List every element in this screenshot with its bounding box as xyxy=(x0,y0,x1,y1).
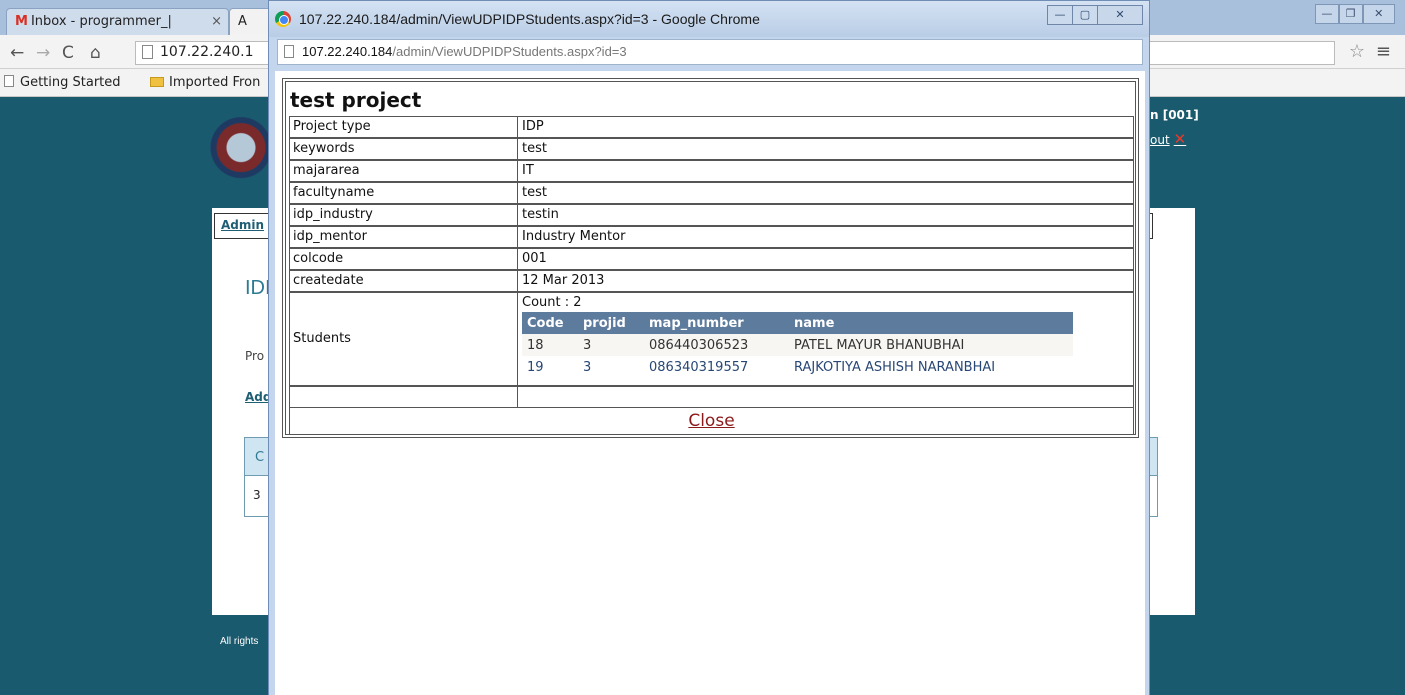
tab-label: Inbox - programmer_| xyxy=(30,14,172,29)
students-header-row: Code projid map_number name xyxy=(522,312,1073,334)
detail-row: Project type IDP xyxy=(289,116,1134,138)
url-path: /admin/ViewUDPIDPStudents.aspx?id=3 xyxy=(392,44,627,59)
close-tab-icon[interactable]: × xyxy=(211,14,222,29)
popup-title: 107.22.240.184/admin/ViewUDPIDPStudents.… xyxy=(299,11,760,27)
detail-label: facultyname xyxy=(290,183,518,203)
detail-row: majararea IT xyxy=(289,160,1134,182)
logout-link[interactable]: out ✕ xyxy=(1150,130,1186,148)
bookmark-label: Imported Fron xyxy=(169,75,261,90)
back-arrow-icon[interactable]: ← xyxy=(10,43,24,63)
close-link[interactable]: Close xyxy=(290,411,1133,431)
chrome-icon xyxy=(275,11,291,27)
students-count: Count : 2 xyxy=(522,295,582,310)
logout-x-icon[interactable]: ✕ xyxy=(1174,130,1187,148)
detail-label: idp_mentor xyxy=(290,227,518,247)
project-title: test project xyxy=(290,88,422,112)
popup-titlebar[interactable]: 107.22.240.184/admin/ViewUDPIDPStudents.… xyxy=(269,1,1149,37)
detail-row: createdate 12 Mar 2013 xyxy=(289,270,1134,292)
page-icon xyxy=(142,45,153,59)
tab-label: A xyxy=(238,14,247,29)
detail-label: idp_industry xyxy=(290,205,518,225)
detail-label: keywords xyxy=(290,139,518,159)
detail-label: majararea xyxy=(290,161,518,181)
students-cell: Count : 2 Code projid map_number name 18… xyxy=(519,293,1133,385)
student-map-number: 086440306523 xyxy=(644,334,789,356)
page-icon xyxy=(284,45,294,58)
popup-window-controls: — ▢ ✕ xyxy=(1047,5,1143,25)
minimize-button[interactable]: — xyxy=(1315,4,1339,24)
maximize-button[interactable]: ▢ xyxy=(1072,5,1098,25)
project-label: Pro xyxy=(245,349,265,363)
detail-label: Project type xyxy=(290,117,518,137)
project-details-table: test project Project type IDP keywords t… xyxy=(285,81,1136,435)
restore-button[interactable]: ❐ xyxy=(1338,4,1363,24)
student-code: 19 xyxy=(522,356,578,378)
detail-value: 001 xyxy=(522,251,547,266)
folder-icon xyxy=(150,77,164,87)
page-icon xyxy=(4,75,14,87)
detail-value: 12 Mar 2013 xyxy=(522,273,605,288)
empty-row xyxy=(289,386,1134,408)
popup-address-bar[interactable]: 107.22.240.184/admin/ViewUDPIDPStudents.… xyxy=(277,39,1143,65)
detail-row: colcode 001 xyxy=(289,248,1134,270)
bookmark-star-icon[interactable]: ☆ xyxy=(1349,41,1365,62)
detail-value: test xyxy=(522,185,547,200)
student-code: 18 xyxy=(522,334,578,356)
admin-menu-link[interactable]: Admin xyxy=(214,213,274,239)
student-name: PATEL MAYUR BHANUBHAI xyxy=(789,334,1073,356)
col-map-number: map_number xyxy=(644,312,789,334)
url-host: 107.22.240.184 xyxy=(302,44,393,59)
col-name: name xyxy=(789,312,1073,334)
header-user: n [001] xyxy=(1150,108,1199,122)
detail-value: IDP xyxy=(522,119,544,134)
col-projid: projid xyxy=(578,312,644,334)
menu-icon[interactable]: ≡ xyxy=(1376,41,1391,62)
university-logo xyxy=(210,108,272,196)
detail-value: testin xyxy=(522,207,559,222)
detail-row: facultyname test xyxy=(289,182,1134,204)
popup-window: 107.22.240.184/admin/ViewUDPIDPStudents.… xyxy=(268,0,1150,695)
detail-label: createdate xyxy=(290,271,518,291)
empty-value-cell xyxy=(519,387,1133,407)
minimize-button[interactable]: — xyxy=(1047,5,1073,25)
background-window-controls: — ❐ ✕ xyxy=(1315,4,1395,24)
reload-icon[interactable]: C xyxy=(62,43,74,63)
logout-label: out xyxy=(1150,133,1170,147)
popup-content: test project Project type IDP keywords t… xyxy=(275,71,1145,695)
footer-text: All rights xyxy=(220,636,259,647)
students-label: Students xyxy=(290,293,518,385)
close-row: Close xyxy=(289,408,1134,435)
detail-value: test xyxy=(522,141,547,156)
home-icon[interactable]: ⌂ xyxy=(90,43,101,63)
student-projid: 3 xyxy=(578,334,644,356)
close-window-button[interactable]: ✕ xyxy=(1362,4,1395,24)
gmail-icon: M xyxy=(15,14,28,29)
bookmark-imported-folder[interactable]: Imported Fron xyxy=(150,75,260,90)
forward-arrow-icon[interactable]: → xyxy=(36,43,50,63)
address-text: 107.22.240.1 xyxy=(160,44,254,60)
student-row: 18 3 086440306523 PATEL MAYUR BHANUBHAI xyxy=(522,334,1073,356)
student-name: RAJKOTIYA ASHISH NARANBHAI xyxy=(789,356,1073,378)
detail-value: Industry Mentor xyxy=(522,229,626,244)
bookmark-label: Getting Started xyxy=(20,75,121,90)
bookmark-getting-started[interactable]: Getting Started xyxy=(4,75,121,90)
project-details-box: test project Project type IDP keywords t… xyxy=(282,78,1139,438)
tab-gmail-inbox[interactable]: M Inbox - programmer_| × xyxy=(6,8,229,35)
page-heading: IDI xyxy=(245,277,271,299)
students-row: Students Count : 2 Code projid map_numbe… xyxy=(289,292,1134,386)
students-table: Code projid map_number name 18 3 0864403… xyxy=(522,312,1073,378)
student-row: 19 3 086340319557 RAJKOTIYA ASHISH NARAN… xyxy=(522,356,1073,378)
empty-label-cell xyxy=(290,387,518,407)
detail-row: keywords test xyxy=(289,138,1134,160)
detail-label: colcode xyxy=(290,249,518,269)
close-window-button[interactable]: ✕ xyxy=(1097,5,1143,25)
student-projid: 3 xyxy=(578,356,644,378)
detail-value: IT xyxy=(522,163,534,178)
detail-row: idp_industry testin xyxy=(289,204,1134,226)
detail-row: idp_mentor Industry Mentor xyxy=(289,226,1134,248)
col-code: Code xyxy=(522,312,578,334)
student-map-number: 086340319557 xyxy=(644,356,789,378)
